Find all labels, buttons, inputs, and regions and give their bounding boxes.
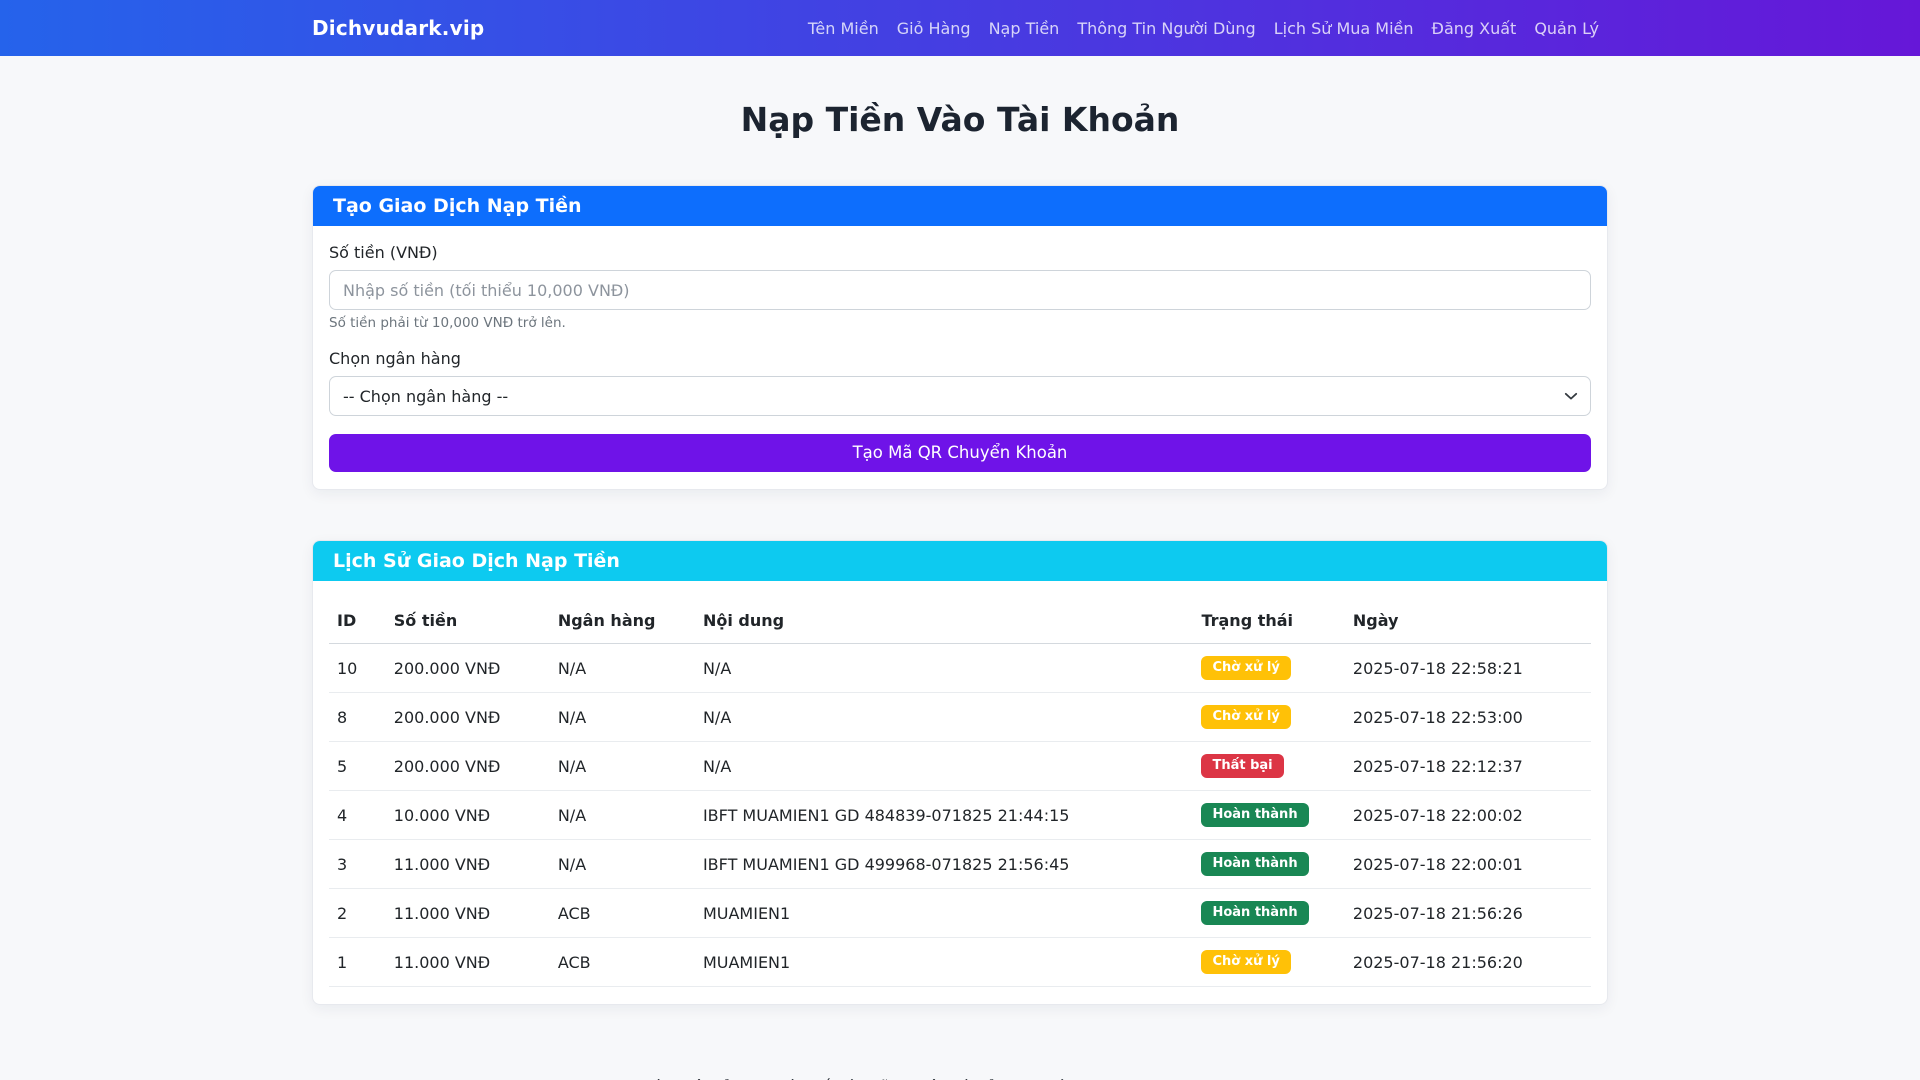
nav-link-giỏ-hàng[interactable]: Giỏ Hàng bbox=[888, 11, 980, 46]
status-badge: Chờ xử lý bbox=[1201, 705, 1290, 729]
status-badge: Hoàn thành bbox=[1201, 852, 1308, 876]
nav-link-lịch-sử-mua-miền[interactable]: Lịch Sử Mua Miền bbox=[1265, 11, 1423, 46]
column-header: Nội dung bbox=[695, 598, 1194, 644]
cell-amount: 11.000 VNĐ bbox=[386, 889, 550, 938]
column-header: Số tiền bbox=[386, 598, 550, 644]
cell-id: 2 bbox=[329, 889, 386, 938]
cell-amount: 200.000 VNĐ bbox=[386, 742, 550, 791]
cell-id: 1 bbox=[329, 938, 386, 987]
cell-status: Hoàn thành bbox=[1193, 889, 1344, 938]
brand-logo[interactable]: Dichvudark.vip bbox=[312, 16, 484, 40]
cell-bank: ACB bbox=[550, 938, 695, 987]
amount-input[interactable] bbox=[329, 270, 1591, 310]
cell-date: 2025-07-18 22:00:02 bbox=[1345, 791, 1591, 840]
nav-link-nạp-tiền[interactable]: Nạp Tiền bbox=[980, 11, 1069, 46]
cell-content: N/A bbox=[695, 693, 1194, 742]
cell-bank: N/A bbox=[550, 742, 695, 791]
status-badge: Hoàn thành bbox=[1201, 901, 1308, 925]
table-row: 5 200.000 VNĐ N/A N/A Thất bại 2025-07-1… bbox=[329, 742, 1591, 791]
cell-amount: 200.000 VNĐ bbox=[386, 644, 550, 693]
cell-date: 2025-07-18 22:53:00 bbox=[1345, 693, 1591, 742]
cell-content: N/A bbox=[695, 644, 1194, 693]
cell-id: 5 bbox=[329, 742, 386, 791]
page-title: Nạp Tiền Vào Tài Khoản bbox=[312, 100, 1608, 139]
cell-content: MUAMIEN1 bbox=[695, 938, 1194, 987]
cell-date: 2025-07-18 22:58:21 bbox=[1345, 644, 1591, 693]
cell-id: 8 bbox=[329, 693, 386, 742]
cell-content: N/A bbox=[695, 742, 1194, 791]
bank-select[interactable]: -- Chọn ngân hàng -- bbox=[329, 376, 1591, 416]
status-badge: Hoàn thành bbox=[1201, 803, 1308, 827]
cell-status: Hoàn thành bbox=[1193, 791, 1344, 840]
table-row: 8 200.000 VNĐ N/A N/A Chờ xử lý 2025-07-… bbox=[329, 693, 1591, 742]
amount-label: Số tiền (VNĐ) bbox=[329, 243, 1591, 262]
cell-date: 2025-07-18 21:56:20 bbox=[1345, 938, 1591, 987]
history-header: Lịch Sử Giao Dịch Nạp Tiền bbox=[313, 541, 1607, 581]
cell-bank: N/A bbox=[550, 693, 695, 742]
cell-date: 2025-07-18 22:00:01 bbox=[1345, 840, 1591, 889]
cell-bank: N/A bbox=[550, 644, 695, 693]
table-row: 1 11.000 VNĐ ACB MUAMIEN1 Chờ xử lý 2025… bbox=[329, 938, 1591, 987]
navbar: Dichvudark.vip Tên MiềnGiỏ HàngNạp TiềnT… bbox=[0, 0, 1920, 56]
cell-amount: 200.000 VNĐ bbox=[386, 693, 550, 742]
deposit-form-header: Tạo Giao Dịch Nạp Tiền bbox=[313, 186, 1607, 226]
nav-link-quản-lý[interactable]: Quản Lý bbox=[1525, 11, 1608, 46]
amount-hint: Số tiền phải từ 10,000 VNĐ trở lên. bbox=[329, 315, 1591, 331]
nav-links: Tên MiềnGiỏ HàngNạp TiềnThông Tin Người … bbox=[799, 11, 1608, 46]
bank-label: Chọn ngân hàng bbox=[329, 349, 1591, 368]
cell-content: IBFT MUAMIEN1 GD 499968-071825 21:56:45 bbox=[695, 840, 1194, 889]
cell-status: Chờ xử lý bbox=[1193, 693, 1344, 742]
deposit-form-body: Số tiền (VNĐ) Số tiền phải từ 10,000 VNĐ… bbox=[313, 226, 1607, 489]
status-badge: Chờ xử lý bbox=[1201, 656, 1290, 680]
cell-amount: 11.000 VNĐ bbox=[386, 938, 550, 987]
table-header-row: IDSố tiềnNgân hàngNội dungTrạng tháiNgày bbox=[329, 598, 1591, 644]
status-badge: Thất bại bbox=[1201, 754, 1283, 778]
cell-bank: N/A bbox=[550, 791, 695, 840]
history-body: IDSố tiềnNgân hàngNội dungTrạng tháiNgày… bbox=[313, 581, 1607, 1004]
column-header: ID bbox=[329, 598, 386, 644]
cell-bank: ACB bbox=[550, 889, 695, 938]
status-badge: Chờ xử lý bbox=[1201, 950, 1290, 974]
navbar-container: Dichvudark.vip Tên MiềnGiỏ HàngNạp TiềnT… bbox=[300, 11, 1620, 46]
table-row: 2 11.000 VNĐ ACB MUAMIEN1 Hoàn thành 202… bbox=[329, 889, 1591, 938]
cell-content: MUAMIEN1 bbox=[695, 889, 1194, 938]
cell-id: 3 bbox=[329, 840, 386, 889]
create-qr-button[interactable]: Tạo Mã QR Chuyển Khoản bbox=[329, 434, 1591, 472]
cell-content: IBFT MUAMIEN1 GD 484839-071825 21:44:15 bbox=[695, 791, 1194, 840]
nav-link-tên-miền[interactable]: Tên Miền bbox=[799, 11, 888, 46]
column-header: Ngày bbox=[1345, 598, 1591, 644]
history-table: IDSố tiềnNgân hàngNội dungTrạng tháiNgày… bbox=[329, 598, 1591, 987]
bank-select-value: -- Chọn ngân hàng -- bbox=[343, 387, 508, 406]
column-header: Ngân hàng bbox=[550, 598, 695, 644]
table-row: 10 200.000 VNĐ N/A N/A Chờ xử lý 2025-07… bbox=[329, 644, 1591, 693]
cell-date: 2025-07-18 22:12:37 bbox=[1345, 742, 1591, 791]
cell-id: 10 bbox=[329, 644, 386, 693]
deposit-form-card: Tạo Giao Dịch Nạp Tiền Số tiền (VNĐ) Số … bbox=[312, 185, 1608, 490]
history-card: Lịch Sử Giao Dịch Nạp Tiền IDSố tiềnNgân… bbox=[312, 540, 1608, 1005]
cell-amount: 10.000 VNĐ bbox=[386, 791, 550, 840]
cell-date: 2025-07-18 21:56:26 bbox=[1345, 889, 1591, 938]
cell-amount: 11.000 VNĐ bbox=[386, 840, 550, 889]
cell-status: Thất bại bbox=[1193, 742, 1344, 791]
table-row: 3 11.000 VNĐ N/A IBFT MUAMIEN1 GD 499968… bbox=[329, 840, 1591, 889]
cell-status: Chờ xử lý bbox=[1193, 938, 1344, 987]
cell-status: Chờ xử lý bbox=[1193, 644, 1344, 693]
table-row: 4 10.000 VNĐ N/A IBFT MUAMIEN1 GD 484839… bbox=[329, 791, 1591, 840]
cell-bank: N/A bbox=[550, 840, 695, 889]
column-header: Trạng thái bbox=[1193, 598, 1344, 644]
cell-status: Hoàn thành bbox=[1193, 840, 1344, 889]
nav-link-đăng-xuất[interactable]: Đăng Xuất bbox=[1423, 11, 1526, 46]
cell-id: 4 bbox=[329, 791, 386, 840]
nav-link-thông-tin-người-dùng[interactable]: Thông Tin Người Dùng bbox=[1068, 11, 1264, 46]
